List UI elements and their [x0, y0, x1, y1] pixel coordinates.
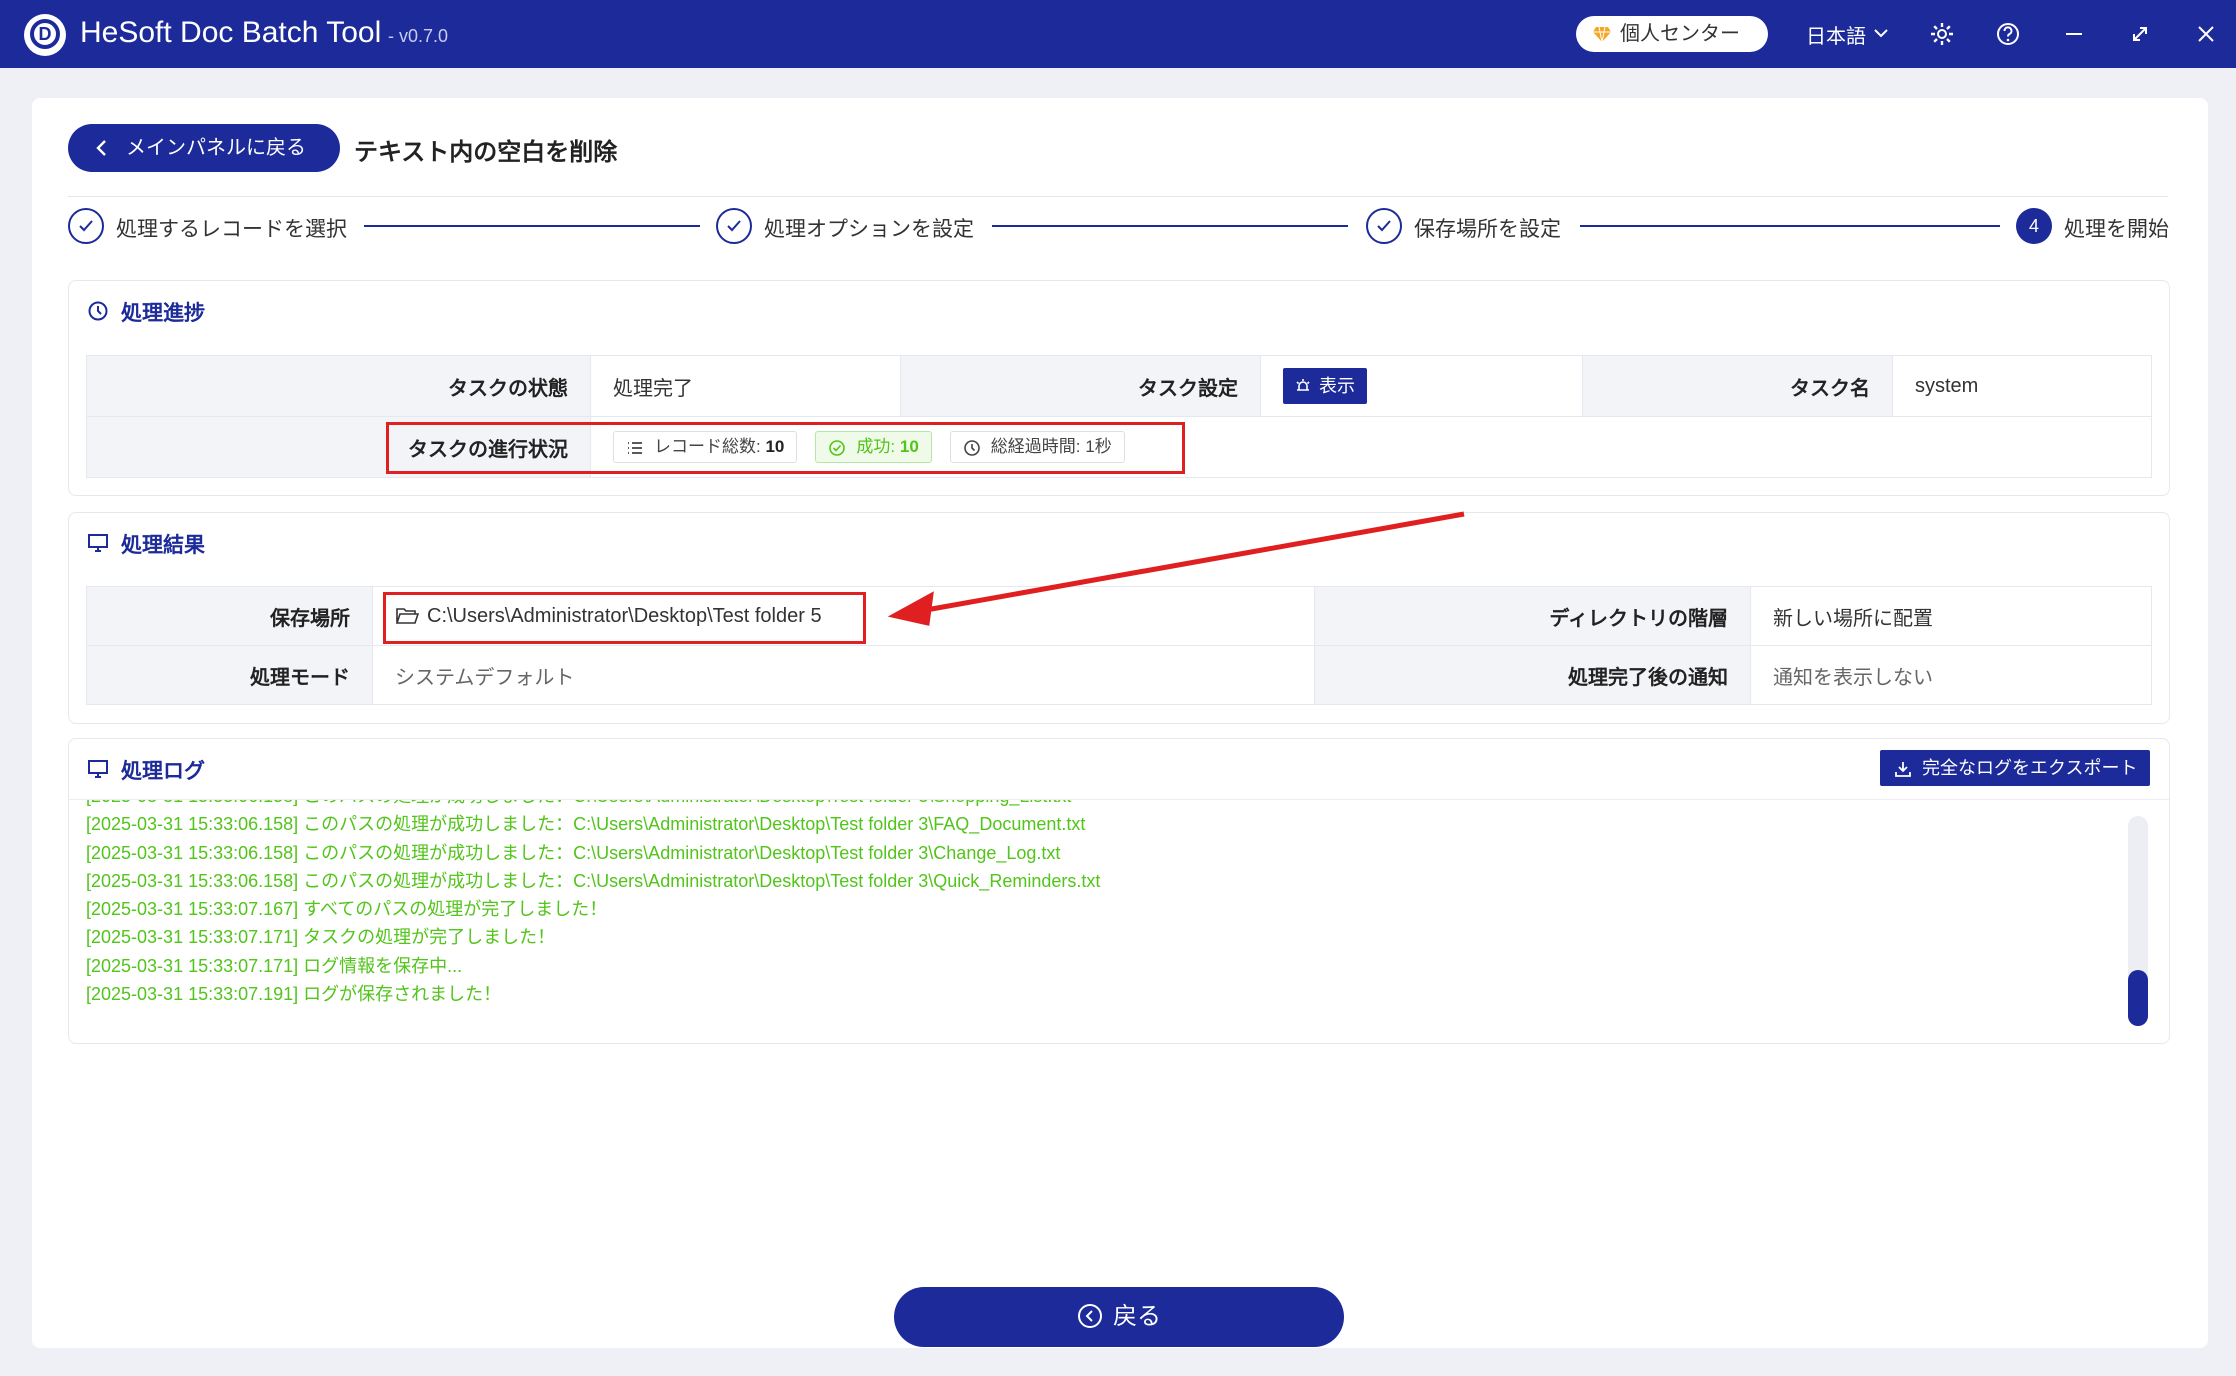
close-icon[interactable]: [2192, 20, 2220, 48]
result-panel-title: 処理結果: [87, 529, 205, 559]
log-line: [2025-03-31 15:33:07.191] ログが保存されました！: [86, 984, 502, 1005]
task-name-value: system: [1892, 355, 2152, 417]
app-version: - v0.7.0: [388, 26, 449, 46]
task-status-value: 処理完了: [590, 355, 901, 417]
highlight-box: [383, 592, 866, 644]
directory-level-value: 新しい場所に配置: [1750, 586, 2152, 646]
log-scrollbar-thumb[interactable]: [2128, 970, 2148, 1026]
step-1-label: 処理するレコードを選択: [116, 218, 347, 241]
clock-icon: [88, 301, 108, 321]
export-log-button[interactable]: 完全なログをエクスポート: [1880, 750, 2150, 786]
back-circle-icon: [1078, 1303, 1102, 1328]
help-icon[interactable]: [1994, 20, 2022, 48]
completion-notification-value: 通知を表示しない: [1750, 645, 2152, 705]
back-to-main-label: メインパネルに戻る: [126, 137, 306, 159]
step-3-check-icon: [1366, 208, 1402, 244]
chevron-left-icon: [96, 140, 106, 156]
gear-icon[interactable]: [1928, 20, 1956, 48]
show-settings-button[interactable]: 表示: [1283, 368, 1367, 404]
diamond-icon: [1593, 26, 1611, 43]
personal-center-button[interactable]: 個人センター: [1576, 16, 1768, 52]
app-window: D HeSoft Doc Batch Tool - v0.7.0 個人センター …: [0, 0, 2236, 1376]
processing-mode-value: システムデフォルト: [372, 645, 1315, 705]
page-title: テキスト内の空白を削除: [354, 139, 618, 166]
log-line: [2025-03-31 15:33:06.158] このパスの処理が成功しました…: [86, 800, 2106, 810]
app-logo-icon: D: [24, 14, 66, 56]
highlight-box: [386, 422, 1185, 474]
table-row: 処理モード システムデフォルト 処理完了後の通知 通知を表示しない: [86, 645, 2152, 705]
back-button[interactable]: 戻る: [894, 1287, 1344, 1347]
minimize-icon[interactable]: [2060, 20, 2088, 48]
log-line: [2025-03-31 15:33:07.171] タスクの処理が完了しました！: [86, 927, 556, 948]
alarm-icon: [1296, 379, 1310, 391]
step-connector: [1580, 225, 2000, 227]
step-4-label: 処理を開始: [2064, 218, 2169, 241]
step-1-check-icon: [68, 208, 104, 244]
task-status-label: タスクの状態: [86, 355, 591, 417]
task-settings-cell: 表示: [1260, 355, 1583, 417]
progress-panel-title: 処理進捗: [87, 297, 205, 327]
log-line: [2025-03-31 15:33:07.171] ログ情報を保存中...: [86, 955, 463, 976]
chevron-down-icon[interactable]: [1872, 24, 1890, 42]
step-3-label: 保存場所を設定: [1414, 218, 1561, 241]
app-name: HeSoft Doc Batch Tool: [80, 16, 382, 49]
back-to-main-panel-button[interactable]: メインパネルに戻る: [68, 124, 340, 172]
monitor-icon: [88, 534, 108, 552]
monitor-icon: [88, 760, 108, 778]
table-row: タスクの状態 処理完了 タスク設定 表示 タスク名 system: [86, 355, 2152, 417]
step-4-number: 4: [2016, 208, 2052, 244]
completion-notification-label: 処理完了後の通知: [1314, 645, 1751, 705]
step-2-label: 処理オプションを設定: [764, 218, 974, 241]
step-connector: [364, 225, 700, 227]
log-line: [2025-03-31 15:33:06.158] このパスの処理が成功しました…: [86, 814, 1086, 835]
task-settings-label: タスク設定: [900, 355, 1261, 417]
step-connector: [992, 225, 1348, 227]
log-line: [2025-03-31 15:33:07.167] すべてのパスの処理が完了しま…: [86, 899, 608, 920]
directory-level-label: ディレクトリの階層: [1314, 586, 1751, 646]
back-button-label: 戻る: [1113, 1303, 1161, 1330]
step-2-check-icon: [716, 208, 752, 244]
language-select[interactable]: 日本語: [1806, 20, 1866, 49]
maximize-icon[interactable]: [2126, 20, 2154, 48]
log-list[interactable]: [2025-03-31 15:33:06.158] このパスの処理が成功しました…: [86, 800, 2106, 1030]
log-line: [2025-03-31 15:33:06.158] このパスの処理が成功しました…: [86, 870, 1101, 891]
personal-center-label: 個人センター: [1620, 23, 1740, 45]
log-panel-title: 処理ログ: [87, 755, 205, 785]
title-bar: D HeSoft Doc Batch Tool - v0.7.0 個人センター …: [0, 0, 2236, 68]
save-location-label: 保存場所: [86, 586, 373, 646]
task-name-label: タスク名: [1582, 355, 1893, 417]
processing-mode-label: 処理モード: [86, 645, 373, 705]
divider: [68, 196, 2168, 197]
log-line: [2025-03-31 15:33:06.158] このパスの処理が成功しました…: [86, 842, 1061, 863]
download-icon: [1895, 762, 1911, 777]
